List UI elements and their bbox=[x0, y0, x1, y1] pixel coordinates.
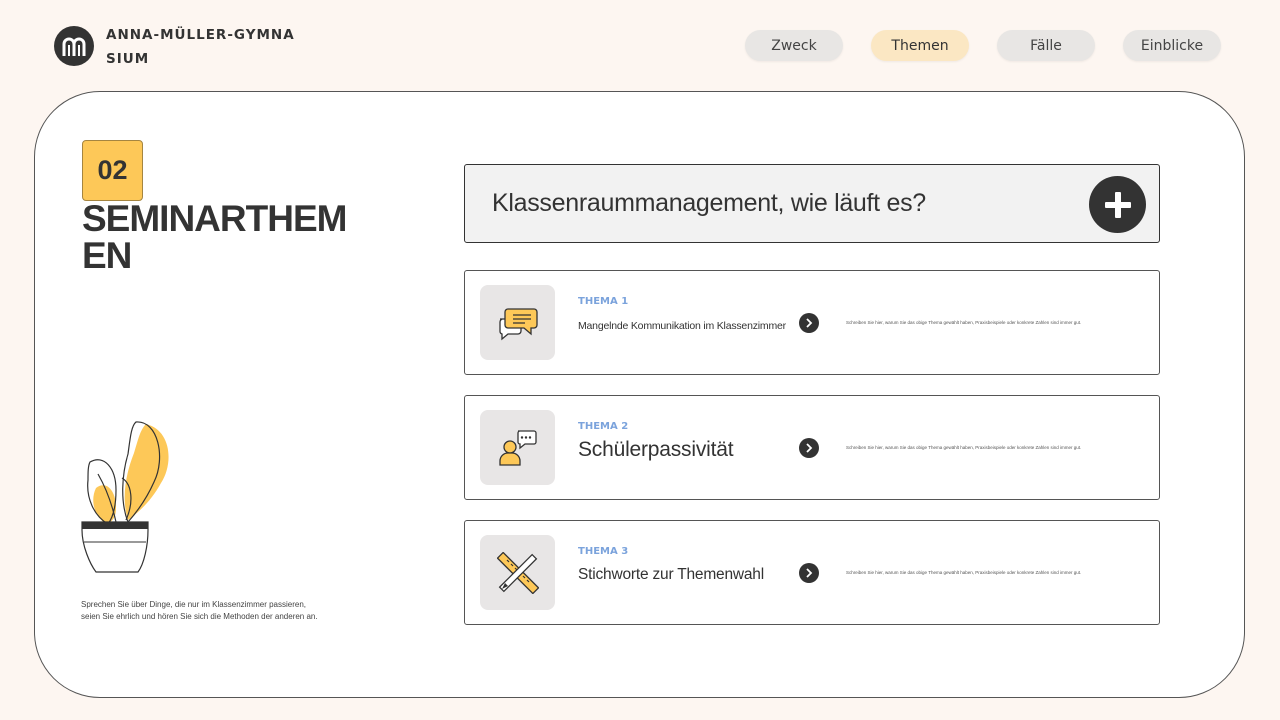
chat-bubbles-icon bbox=[498, 307, 538, 340]
section-caption: Sprechen Sie über Dinge, die nur im Klas… bbox=[81, 599, 341, 623]
topic-title: Schülerpassivität bbox=[578, 438, 734, 461]
ruler-pencil-icon bbox=[496, 551, 539, 594]
nav-tab-zweck[interactable]: Zweck bbox=[745, 30, 843, 61]
topic-label: THEMA 2 bbox=[578, 421, 629, 432]
topic-label: THEMA 3 bbox=[578, 546, 629, 557]
person-speech-icon bbox=[498, 429, 537, 466]
topic-card-1[interactable]: THEMA 1 Mangelnde Kommunikation im Klass… bbox=[464, 270, 1160, 375]
chevron-right-icon[interactable] bbox=[799, 438, 819, 458]
topic-title: Mangelnde Kommunikation im Klassenzimmer bbox=[578, 320, 786, 332]
top-nav: Zweck Themen Fälle Einblicke bbox=[745, 30, 1221, 61]
chevron-right-icon[interactable] bbox=[799, 563, 819, 583]
nav-tab-einblicke[interactable]: Einblicke bbox=[1123, 30, 1221, 61]
logo-m-icon bbox=[62, 37, 86, 56]
question-bar[interactable]: Klassenraummanagement, wie läuft es? bbox=[464, 164, 1160, 243]
topic-icon-container bbox=[480, 410, 555, 485]
topic-card-2[interactable]: THEMA 2 Schülerpassivität Schreiben Sie … bbox=[464, 395, 1160, 500]
topic-description: Schreiben Sie hier, warum Sie das obige … bbox=[846, 445, 1082, 450]
chevron-right-icon[interactable] bbox=[799, 313, 819, 333]
question-text: Klassenraummanagement, wie läuft es? bbox=[492, 189, 926, 217]
section-number-badge: 02 bbox=[82, 140, 143, 201]
nav-tab-themen[interactable]: Themen bbox=[871, 30, 969, 61]
potted-plant-icon bbox=[81, 421, 169, 573]
nav-tab-faelle[interactable]: Fälle bbox=[997, 30, 1095, 61]
topic-description: Schreiben Sie hier, warum Sie das obige … bbox=[846, 320, 1082, 325]
topic-icon-container bbox=[480, 535, 555, 610]
topic-title: Stichworte zur Themenwahl bbox=[578, 566, 764, 583]
topic-label: THEMA 1 bbox=[578, 296, 629, 307]
topic-icon-container bbox=[480, 285, 555, 360]
school-logo[interactable] bbox=[54, 26, 94, 66]
add-button[interactable] bbox=[1089, 176, 1146, 233]
section-title: SEMINARTHEMEN bbox=[82, 198, 347, 276]
caption-line-2: seien Sie ehrlich und hören Sie sich die… bbox=[81, 612, 318, 621]
school-name: ANNA-MÜLLER-GYMNASIUM bbox=[106, 27, 295, 67]
topic-description: Schreiben Sie hier, warum Sie das obige … bbox=[846, 570, 1082, 575]
caption-line-1: Sprechen Sie über Dinge, die nur im Klas… bbox=[81, 600, 306, 609]
topic-card-3[interactable]: THEMA 3 Stichworte zur Themenwahl Schrei… bbox=[464, 520, 1160, 625]
